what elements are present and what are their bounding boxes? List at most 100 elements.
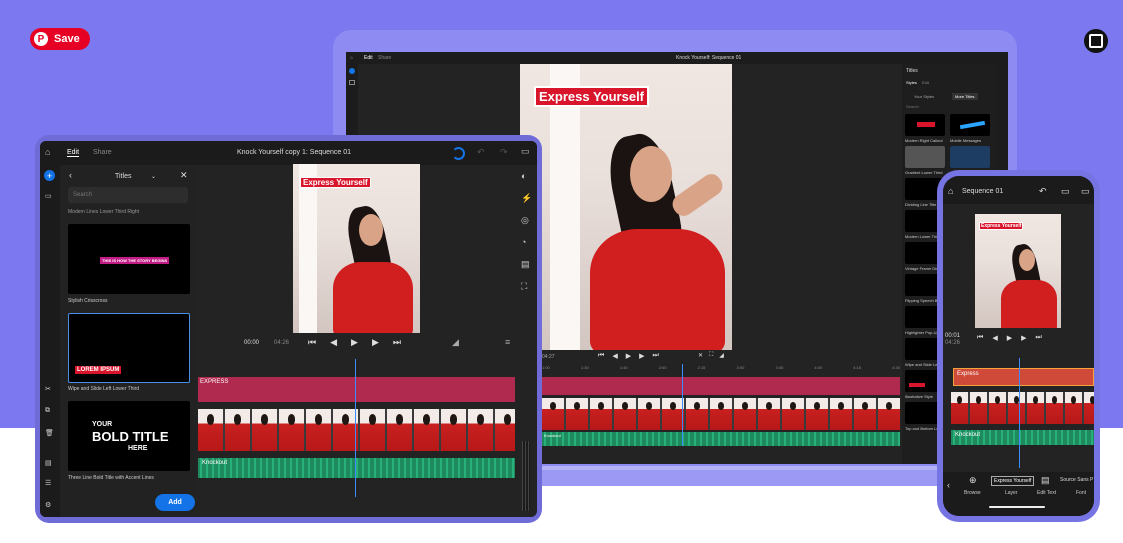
list-icon[interactable]: ☰ — [45, 479, 51, 487]
layer-value[interactable]: Express Yourself — [991, 476, 1035, 486]
browse-label[interactable]: Browse — [964, 490, 981, 496]
step-back-icon[interactable]: ◀ — [330, 337, 337, 348]
tab-share[interactable]: Share — [378, 55, 391, 61]
your-styles-tab[interactable]: Your Styles — [914, 94, 934, 99]
transition-icon[interactable]: ⚡ — [521, 193, 532, 204]
skip-back-icon[interactable]: ⏮ — [598, 352, 604, 360]
aspect-icon[interactable]: ◢ — [452, 337, 459, 348]
color-icon[interactable]: ◐ — [521, 171, 526, 181]
undo-icon[interactable]: ↶ — [477, 147, 485, 158]
speed-icon[interactable]: ◔ — [521, 237, 526, 247]
tablet-titles-panel: ‹ Titles ⌄ ✕ Search Modern Lines Lower T… — [60, 165, 196, 517]
delete-icon[interactable]: 🗑 — [45, 429, 54, 437]
title-overlay[interactable]: Express Yourself — [300, 177, 371, 188]
tab-styles[interactable]: Styles — [906, 80, 917, 85]
title-style-thumb[interactable]: THIS IS HOW THE STORY BEGINS — [68, 224, 190, 294]
panel-search[interactable]: Search — [906, 104, 919, 109]
thumb-text: LOREM IPSUM — [75, 366, 122, 374]
audio-track[interactable]: Knockout — [198, 458, 515, 478]
crop-icon[interactable]: ⛶ — [521, 281, 527, 292]
title-track[interactable]: Express — [953, 368, 1094, 386]
skip-forward-icon[interactable]: ⏭ — [393, 337, 401, 348]
title-style-thumb-selected[interactable]: LOREM IPSUM — [68, 313, 190, 383]
redo-icon[interactable]: ↷ — [500, 147, 508, 158]
skip-forward-icon[interactable]: ⏭ — [1035, 334, 1041, 342]
step-back-icon[interactable]: ◀ — [992, 334, 997, 342]
home-icon[interactable]: ⌂ — [948, 186, 953, 196]
tab-edit-panel[interactable]: Edit — [922, 80, 929, 85]
menu-icon[interactable]: ≡ — [505, 337, 510, 347]
style-thumb[interactable] — [950, 146, 990, 168]
crop-icon[interactable]: ⛶ — [709, 352, 713, 359]
edit-text-label[interactable]: Edit Text — [1037, 490, 1056, 496]
play-icon[interactable]: ▶ — [626, 352, 631, 360]
feedback-icon[interactable]: ▭ — [1081, 186, 1090, 197]
tab-edit[interactable]: Edit — [364, 55, 373, 61]
panel-title: Titles — [906, 68, 918, 74]
style-thumb[interactable] — [905, 114, 945, 136]
close-icon[interactable]: ✕ — [180, 170, 188, 181]
home-icon[interactable]: ⌂ — [350, 55, 353, 61]
keyboard-icon[interactable]: ▤ — [1041, 475, 1050, 486]
title-style-thumb[interactable]: YOUR BOLD TITLE HERE — [68, 401, 190, 471]
skip-forward-icon[interactable]: ⏭ — [652, 352, 658, 360]
step-forward-icon[interactable]: ▶ — [639, 352, 644, 360]
back-icon[interactable]: ‹ — [69, 170, 72, 180]
playhead[interactable] — [1019, 358, 1020, 468]
sequence-icon[interactable]: ▤ — [45, 459, 52, 467]
playhead[interactable] — [355, 359, 356, 497]
export-icon[interactable]: ▭ — [1061, 186, 1070, 197]
tab-share[interactable]: Share — [93, 149, 112, 156]
add-button[interactable]: Add — [155, 494, 195, 511]
tablet-top-bar: ⌂ Edit Share Knock Yourself copy 1: Sequ… — [40, 141, 537, 165]
visual-search-button[interactable] — [1084, 29, 1108, 53]
fit-icon[interactable]: ✕ — [698, 352, 703, 359]
add-icon[interactable]: + — [44, 170, 55, 181]
play-icon[interactable]: ▶ — [351, 337, 358, 348]
timeline-scrollbar[interactable] — [522, 441, 530, 511]
skip-back-icon[interactable]: ⏮ — [308, 337, 316, 348]
media-icon[interactable] — [349, 80, 355, 85]
pinterest-save-button[interactable]: P Save — [30, 28, 90, 50]
effects-icon[interactable]: ◎ — [521, 215, 529, 226]
step-back-icon[interactable]: ◀ — [612, 352, 617, 360]
media-icon[interactable]: ▭ — [45, 192, 52, 200]
tab-edit[interactable]: Edit — [67, 149, 80, 157]
style-thumb[interactable] — [905, 146, 945, 168]
font-label[interactable]: Font — [1076, 490, 1086, 496]
back-icon[interactable]: ‹ — [947, 480, 950, 490]
title-track[interactable]: EXPRESS — [198, 377, 515, 402]
video-track[interactable] — [198, 409, 515, 451]
font-value[interactable]: Source Sans P — [1060, 477, 1093, 483]
ruler-tick: 4:30 — [892, 365, 900, 370]
adjust-icon[interactable]: ▤ — [521, 259, 530, 270]
play-icon[interactable]: ▶ — [1007, 334, 1012, 342]
audio-track[interactable]: Knockout — [951, 430, 1094, 445]
audio-track[interactable]: Knockout — [542, 432, 900, 446]
playhead[interactable] — [682, 364, 683, 446]
title-overlay[interactable]: Express Yourself — [979, 222, 1024, 230]
search-input[interactable]: Search — [68, 187, 188, 203]
skip-back-icon[interactable]: ⏮ — [977, 334, 983, 342]
video-track[interactable] — [542, 398, 900, 430]
split-icon[interactable]: ✂ — [45, 385, 51, 393]
style-thumb[interactable] — [950, 114, 990, 136]
duplicate-icon[interactable]: ⧉ — [45, 407, 50, 415]
track-settings-icon[interactable]: ⚙ — [45, 501, 51, 509]
style-label: Illustrative Style — [905, 394, 934, 399]
more-titles-tab[interactable]: More Titles — [952, 93, 978, 100]
browse-icon[interactable]: ⊕ — [969, 475, 977, 486]
resize-icon[interactable]: ◢ — [719, 352, 724, 359]
chevron-down-icon[interactable]: ⌄ — [151, 173, 156, 180]
feedback-icon[interactable]: ▭ — [521, 146, 530, 157]
add-media-icon[interactable] — [349, 68, 355, 74]
video-track[interactable] — [951, 392, 1094, 424]
step-forward-icon[interactable]: ▶ — [372, 337, 379, 348]
undo-icon[interactable]: ↶ — [1039, 186, 1047, 197]
panel-title[interactable]: Titles — [115, 173, 131, 180]
step-forward-icon[interactable]: ▶ — [1021, 334, 1026, 342]
layer-label[interactable]: Layer — [1005, 490, 1018, 496]
title-overlay[interactable]: Express Yourself — [534, 86, 650, 107]
home-icon[interactable]: ⌂ — [45, 147, 50, 157]
title-track[interactable] — [542, 377, 900, 395]
